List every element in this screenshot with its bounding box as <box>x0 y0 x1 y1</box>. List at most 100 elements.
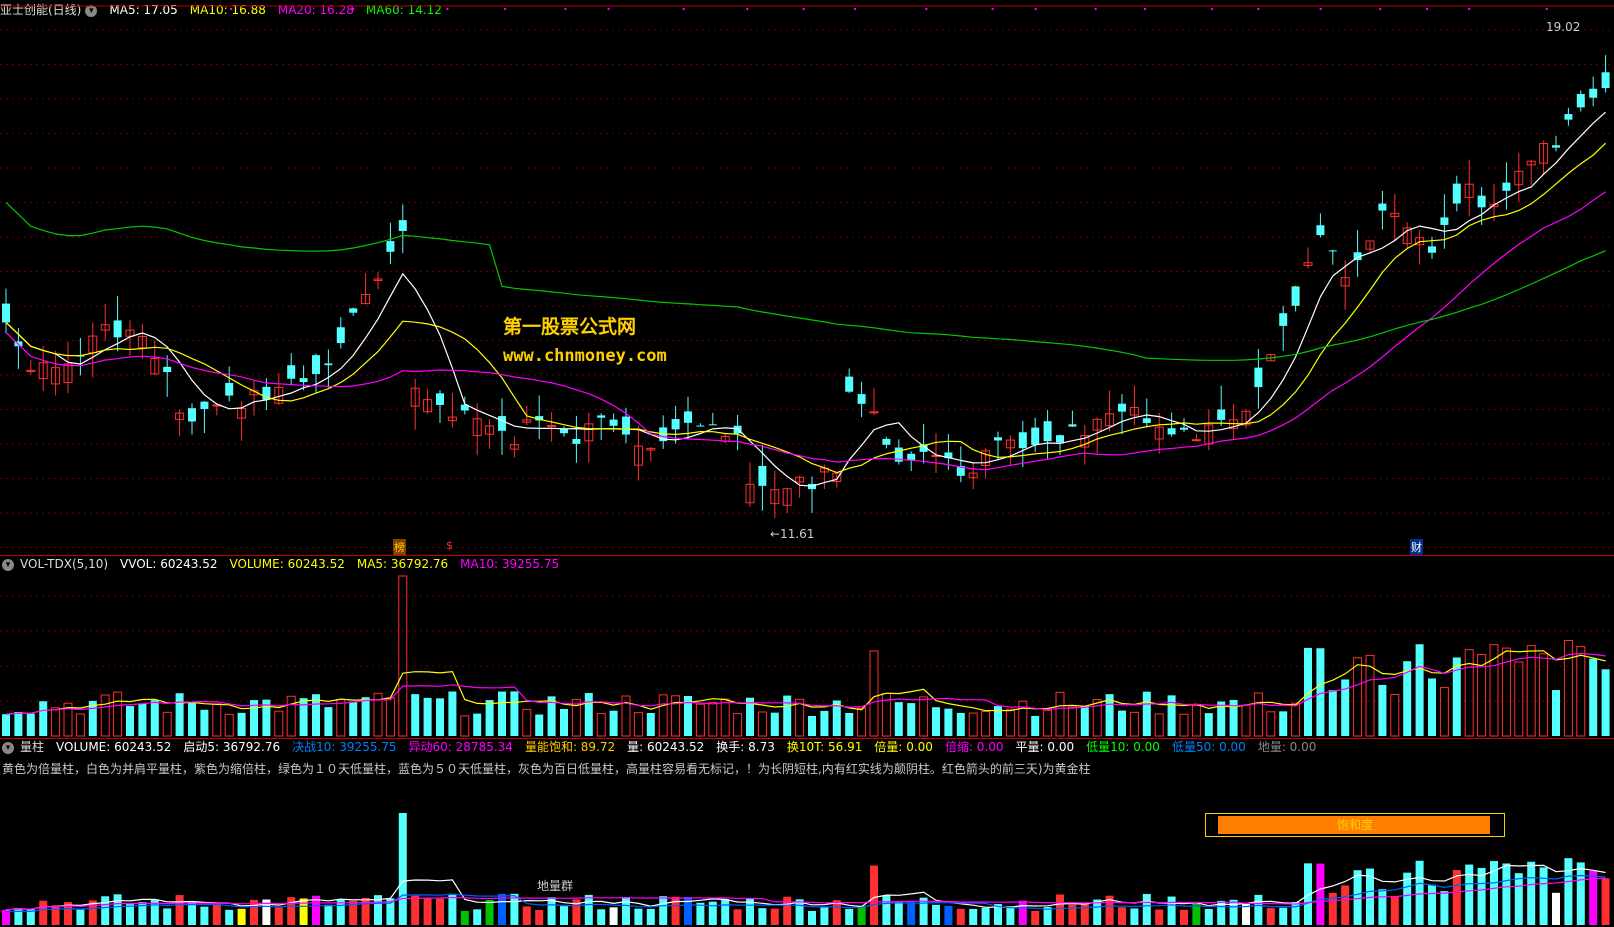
volume-bar <box>1179 713 1189 737</box>
marker-cai[interactable]: 财 <box>1410 539 1423 555</box>
volume-bar <box>869 650 879 737</box>
liang-bar <box>870 865 878 925</box>
candle-body <box>758 465 767 486</box>
volume-bar <box>1142 691 1151 736</box>
volume-panel[interactable]: ▾ VOL-TDX(5,10) VVOL: 60243.52 VOLUME: 6024… <box>0 556 1614 738</box>
volume-bar <box>200 709 209 736</box>
volume-bar <box>968 712 978 737</box>
liang-bar <box>584 894 593 925</box>
liang-bar <box>1279 907 1288 925</box>
volume-bar <box>75 713 85 737</box>
ma20-line <box>5 191 1606 471</box>
liang-bar <box>175 895 184 925</box>
liang-bar <box>1601 878 1610 925</box>
candle-body <box>1031 427 1040 445</box>
high-price-label: 19.02 <box>1546 20 1581 34</box>
ma10-line <box>5 142 1607 474</box>
volume-bar <box>510 691 519 736</box>
liang-bar <box>932 904 940 925</box>
candle-body <box>671 419 680 430</box>
volume-bar <box>808 715 816 736</box>
candle-body <box>882 438 891 445</box>
liang-bar <box>1130 908 1139 925</box>
liang-bar <box>1502 863 1511 925</box>
volume-bar <box>1005 708 1015 737</box>
event-dot <box>230 8 232 10</box>
candle-body <box>200 401 209 410</box>
volume-bar <box>324 707 333 736</box>
volume-bar <box>770 712 779 736</box>
volume-bar <box>460 715 470 737</box>
liang-bar <box>411 895 420 925</box>
volume-bar <box>26 713 35 736</box>
liang-bar <box>808 910 816 925</box>
liang-bar <box>1539 867 1548 925</box>
liang-bar <box>1465 864 1474 925</box>
liang-bar <box>969 908 978 925</box>
volume-bar <box>1439 687 1449 737</box>
liang-bar <box>510 893 519 925</box>
volume-bar <box>1080 705 1089 736</box>
liang-bar <box>398 813 407 925</box>
liang-bar <box>1229 899 1238 925</box>
volume-bar <box>175 693 184 736</box>
liang-bar <box>473 909 482 925</box>
liang-bar <box>820 907 829 925</box>
liang-bar <box>212 902 221 925</box>
liang-bar <box>857 905 866 925</box>
volume-bar <box>535 714 544 736</box>
liang-bar <box>324 904 333 925</box>
event-dot <box>1426 8 1429 10</box>
candle-body <box>1191 439 1201 442</box>
liang-bar <box>1378 889 1387 925</box>
volume-bar <box>126 705 134 736</box>
liang-bar <box>1390 895 1399 925</box>
candle-body <box>336 327 345 344</box>
kline-chart[interactable] <box>0 0 1614 555</box>
volume-bar <box>1204 713 1213 736</box>
liang-bar <box>1192 903 1201 925</box>
liang-bar <box>225 909 234 925</box>
volume-bar <box>188 702 196 736</box>
liang-bar <box>721 899 730 925</box>
volume-bar <box>1353 657 1363 737</box>
candle-body <box>708 424 717 426</box>
volume-bar <box>919 696 929 737</box>
candle-body <box>857 394 866 404</box>
event-dot <box>1319 8 1322 10</box>
liang-bar <box>1031 910 1040 925</box>
event-dot <box>396 8 399 10</box>
volume-bar <box>498 691 506 736</box>
candle-body <box>1589 88 1598 98</box>
liang-bar <box>1006 906 1015 925</box>
volume-chart[interactable] <box>0 556 1614 738</box>
candle-body <box>994 437 1002 441</box>
volume-bar <box>14 711 23 736</box>
volume-bar <box>1601 669 1610 736</box>
liang-bar <box>237 908 246 925</box>
liang-bar <box>287 897 296 925</box>
volume-bar <box>336 699 346 737</box>
liang-bar <box>1514 873 1523 925</box>
liang-bar <box>1341 885 1350 925</box>
liang-bar <box>1266 908 1275 925</box>
marker-dollar[interactable]: $ <box>446 539 453 552</box>
event-dot <box>1034 8 1037 10</box>
kline-panel[interactable]: 亚士创能(日线) ▾ MA5: 17.05 MA10: 16.88 MA20: 16.2… <box>0 0 1614 555</box>
candle-body <box>1018 432 1027 449</box>
liang-bar <box>126 903 134 925</box>
candle-body <box>349 308 358 313</box>
candle-body <box>386 241 395 252</box>
candle-body <box>2 303 10 323</box>
candle-body <box>113 320 122 338</box>
liang-bar <box>1018 900 1027 925</box>
marker-bang[interactable]: 榜 <box>393 539 406 555</box>
candle-body <box>1142 418 1151 423</box>
liang-bar <box>535 909 544 925</box>
candle-body <box>1043 421 1052 442</box>
volume-bar <box>1514 661 1524 737</box>
volume-bar <box>398 575 408 737</box>
event-dot <box>854 8 857 10</box>
candle-body <box>1254 367 1263 388</box>
volume-bar <box>1191 705 1201 737</box>
